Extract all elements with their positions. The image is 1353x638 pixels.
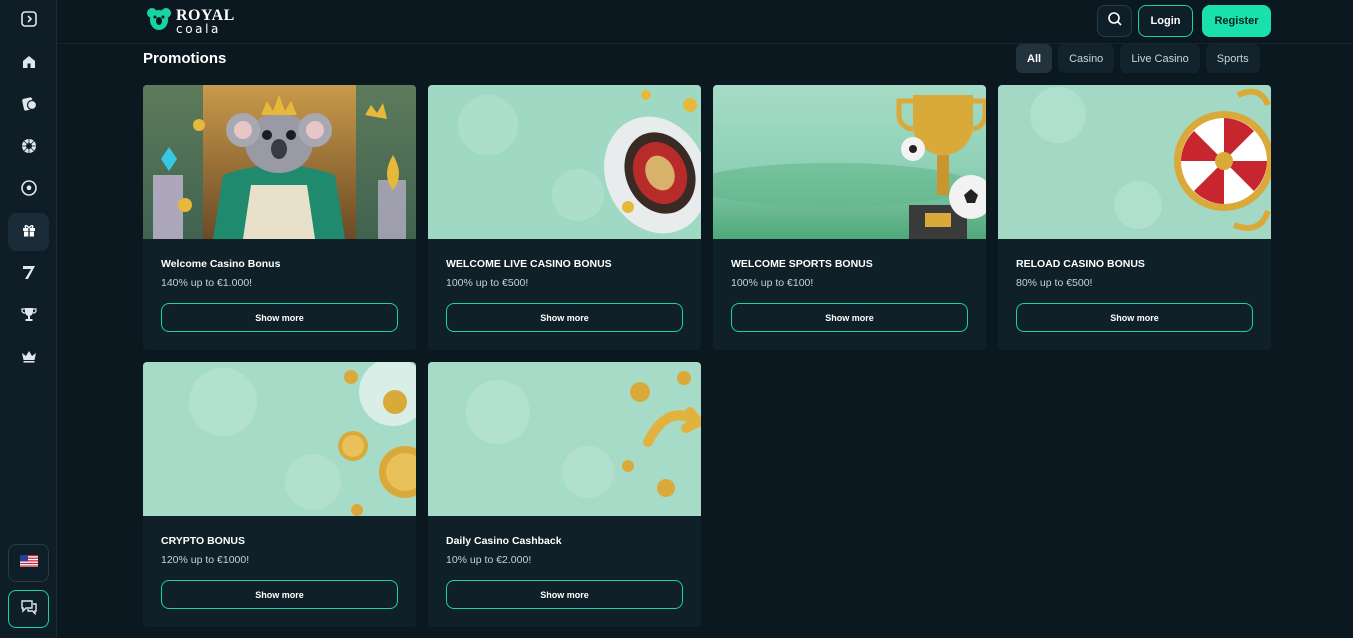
collapse-icon [20, 10, 38, 33]
promo-subtitle: 100% up to €100! [731, 277, 814, 289]
promo-subtitle: 100% up to €500! [446, 277, 529, 289]
filter-all[interactable]: All [1016, 44, 1053, 73]
sidebar [0, 0, 57, 638]
koala-logo-icon [146, 5, 172, 38]
chat-icon [20, 598, 38, 621]
search-icon [1107, 11, 1123, 32]
chat-button[interactable] [8, 590, 49, 628]
promo-subtitle: 10% up to €2.000! [446, 554, 532, 566]
filter-casino[interactable]: Casino [1058, 44, 1115, 73]
language-button[interactable] [8, 544, 49, 582]
promo-title: WELCOME LIVE CASINO BONUS [446, 258, 612, 270]
promo-image-cashback[interactable] [428, 362, 701, 516]
promo-image-crypto-coins[interactable] [143, 362, 416, 516]
home-icon [20, 53, 38, 76]
us-flag-icon [19, 552, 38, 575]
promo-title: CRYPTO BONUS [161, 535, 246, 547]
promo-title: RELOAD CASINO BONUS [1016, 258, 1145, 270]
gift-icon [20, 221, 38, 244]
show-more-button[interactable]: Show more [446, 580, 683, 609]
register-button[interactable]: Register [1202, 5, 1271, 37]
promo-card: Welcome Casino Bonus 140% up to €1.000! … [143, 85, 416, 350]
brand-logo[interactable]: ROYAL coala [146, 6, 235, 36]
show-more-button[interactable]: Show more [161, 303, 398, 332]
show-more-button[interactable]: Show more [161, 580, 398, 609]
promo-card: RELOAD CASINO BONUS 80% up to €500! Show… [998, 85, 1271, 350]
sidebar-item-sports[interactable] [8, 171, 49, 209]
top-header: ROYAL coala Login Register [57, 0, 1353, 44]
search-button[interactable] [1097, 5, 1132, 37]
sidebar-item-home[interactable] [8, 45, 49, 83]
logo-wordmark-bottom: coala [176, 21, 221, 36]
promo-subtitle: 80% up to €500! [1016, 277, 1093, 289]
promo-image-wheel[interactable] [998, 85, 1271, 239]
promo-image-trophy[interactable] [713, 85, 986, 239]
login-button[interactable]: Login [1138, 5, 1193, 37]
sidebar-item-tournaments[interactable] [8, 297, 49, 335]
filter-sports[interactable]: Sports [1205, 44, 1260, 73]
casino-chip-icon [20, 95, 38, 118]
promo-title: WELCOME SPORTS BONUS [731, 258, 873, 270]
sidebar-item-live-casino[interactable] [8, 129, 49, 167]
filter-live-casino[interactable]: Live Casino [1120, 44, 1200, 73]
show-more-button[interactable]: Show more [731, 303, 968, 332]
sidebar-item-casino[interactable] [8, 87, 49, 125]
promo-title: Welcome Casino Bonus [161, 258, 281, 270]
page-title: Promotions [143, 50, 227, 67]
sidebar-item-promotions[interactable] [8, 213, 49, 251]
trophy-icon [20, 305, 38, 328]
promo-title: Daily Casino Cashback [446, 535, 562, 547]
sidebar-item-vip[interactable] [8, 339, 49, 377]
show-more-button[interactable]: Show more [1016, 303, 1253, 332]
soccer-ball-icon [20, 179, 38, 202]
roulette-icon [20, 137, 38, 160]
promo-image-koala-king[interactable] [143, 85, 416, 239]
promo-card: CRYPTO BONUS 120% up to €1000! Show more [143, 362, 416, 627]
promo-card: WELCOME SPORTS BONUS 100% up to €100! Sh… [713, 85, 986, 350]
crown-icon [20, 347, 38, 370]
promo-subtitle: 140% up to €1.000! [161, 277, 253, 289]
promo-card: WELCOME LIVE CASINO BONUS 100% up to €50… [428, 85, 701, 350]
seven-slot-icon [20, 263, 38, 286]
promo-subtitle: 120% up to €1000! [161, 554, 250, 566]
sidebar-collapse-button[interactable] [8, 2, 49, 40]
promo-image-roulette[interactable] [428, 85, 701, 239]
show-more-button[interactable]: Show more [446, 303, 683, 332]
sidebar-item-slots[interactable] [8, 255, 49, 293]
promo-card: Daily Casino Cashback 10% up to €2.000! … [428, 362, 701, 627]
promotion-filters: All Casino Live Casino Sports [1016, 44, 1260, 73]
